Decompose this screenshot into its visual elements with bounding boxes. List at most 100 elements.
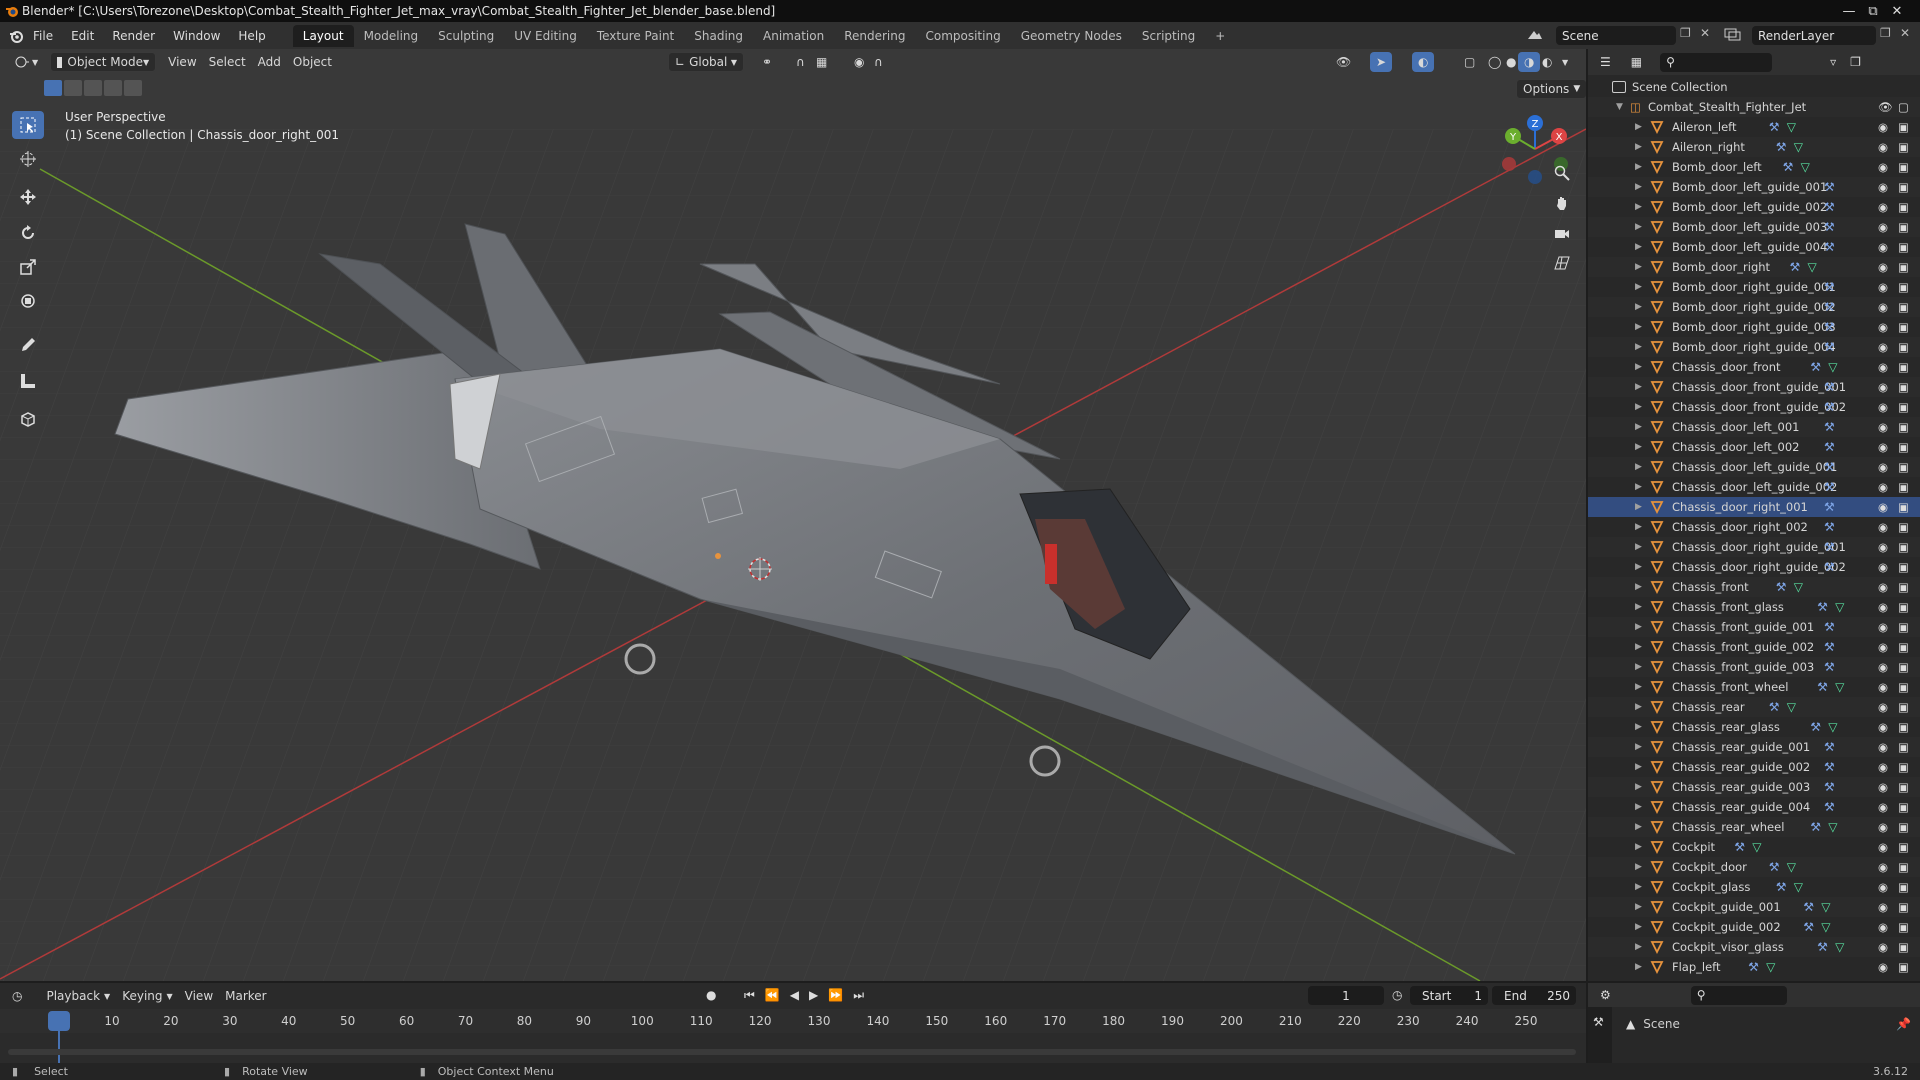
expand-arrow-icon[interactable]: ▶ (1635, 922, 1642, 932)
eye-icon[interactable]: ◉ (1878, 920, 1892, 934)
eye-icon[interactable]: ◉ (1878, 740, 1892, 754)
camera-icon[interactable]: ▣ (1898, 960, 1912, 974)
expand-arrow-icon[interactable]: ▶ (1635, 762, 1642, 772)
expand-arrow-icon[interactable]: ▶ (1635, 602, 1642, 612)
modifier-wrench-icon[interactable]: ⚒ (1824, 540, 1835, 554)
camera-icon[interactable]: ▣ (1898, 480, 1912, 494)
camera-icon[interactable]: ▣ (1898, 380, 1912, 394)
outliner-item[interactable]: ▶ Chassis_rear_guide_004 ⚒ ◉ ▣ (1588, 797, 1920, 817)
eye-icon[interactable]: ◉ (1878, 280, 1892, 294)
modifier-wrench-icon[interactable]: ⚒ (1824, 180, 1835, 194)
close-window-button[interactable]: ✕ (1874, 0, 1920, 22)
camera-icon[interactable]: ▣ (1898, 780, 1912, 794)
menu-playback[interactable]: Playback ▼ (40, 986, 116, 1006)
expand-arrow-icon[interactable]: ▶ (1635, 582, 1642, 592)
camera-icon[interactable]: ▣ (1898, 440, 1912, 454)
select-invert-button[interactable] (104, 80, 122, 96)
eye-icon[interactable]: ◉ (1878, 420, 1892, 434)
expand-arrow-icon[interactable]: ▶ (1635, 502, 1642, 512)
outliner-item[interactable]: ▶ Bomb_door_left_guide_001 ⚒ ◉ ▣ (1588, 177, 1920, 197)
xray-toggle[interactable]: ▢ (1458, 52, 1481, 72)
expand-arrow-icon[interactable]: ▶ (1635, 662, 1642, 672)
menu-object[interactable]: Object (287, 52, 338, 72)
camera-icon[interactable]: ▣ (1898, 720, 1912, 734)
modifier-wrench-icon[interactable]: ⚒ (1810, 360, 1821, 374)
camera-icon[interactable]: ▣ (1898, 940, 1912, 954)
scale-tool[interactable] (12, 253, 44, 281)
mesh-data-icon[interactable]: ▽ (1801, 160, 1810, 174)
modifier-wrench-icon[interactable]: ⚒ (1824, 520, 1835, 534)
eye-icon[interactable]: ◉ (1878, 900, 1892, 914)
eye-icon[interactable]: ◉ (1878, 820, 1892, 834)
modifier-wrench-icon[interactable]: ⚒ (1824, 660, 1835, 674)
camera-icon[interactable]: ▣ (1898, 400, 1912, 414)
mesh-data-icon[interactable]: ▽ (1794, 140, 1803, 154)
transform-tool[interactable] (12, 287, 44, 315)
camera-icon[interactable]: ▣ (1898, 660, 1912, 674)
modifier-wrench-icon[interactable]: ⚒ (1824, 480, 1835, 494)
camera-icon[interactable]: ▣ (1898, 580, 1912, 594)
new-view-layer-icon[interactable]: ❐ (1880, 26, 1891, 40)
next-keyframe-icon[interactable]: ⏩ (828, 988, 843, 1003)
camera-icon[interactable]: ▣ (1898, 560, 1912, 574)
modifier-wrench-icon[interactable]: ⚒ (1769, 700, 1780, 714)
tab-texture-paint[interactable]: Texture Paint (587, 25, 684, 47)
camera-icon[interactable]: ▣ (1898, 180, 1912, 194)
modifier-wrench-icon[interactable]: ⚒ (1790, 260, 1801, 274)
camera-view-button[interactable] (1548, 219, 1576, 247)
modifier-wrench-icon[interactable]: ⚒ (1824, 300, 1835, 314)
visibility-dropdown[interactable]: 👁 (1330, 52, 1357, 72)
eye-icon[interactable]: ◉ (1878, 600, 1892, 614)
expand-arrow-icon[interactable]: ▶ (1635, 162, 1642, 172)
camera-icon[interactable]: ▣ (1898, 460, 1912, 474)
mesh-data-icon[interactable]: ▽ (1828, 820, 1837, 834)
camera-icon[interactable]: ▣ (1898, 920, 1912, 934)
eye-icon[interactable]: ◉ (1878, 340, 1892, 354)
expand-arrow-icon[interactable]: ▶ (1635, 942, 1642, 952)
eye-icon[interactable]: ◉ (1878, 160, 1892, 174)
mesh-data-icon[interactable]: ▽ (1787, 860, 1796, 874)
outliner-item[interactable]: ▶ Flap_left ⚒ ▽ ◉ ▣ (1588, 957, 1920, 977)
camera-icon[interactable]: ▣ (1898, 820, 1912, 834)
camera-icon[interactable]: ▣ (1898, 620, 1912, 634)
modifier-wrench-icon[interactable]: ⚒ (1824, 240, 1835, 254)
display-mode-icon[interactable]: ▦ (1631, 55, 1642, 69)
outliner-item[interactable]: ▶ Bomb_door_right ⚒ ▽ ◉ ▣ (1588, 257, 1920, 277)
mode-dropdown[interactable]: Object Mode ▼ (50, 52, 157, 72)
options-dropdown[interactable]: Options ▼ (1516, 79, 1586, 99)
eye-icon[interactable]: ◉ (1878, 480, 1892, 494)
eye-icon[interactable]: ◉ (1878, 180, 1892, 194)
new-scene-icon[interactable]: ❐ (1680, 26, 1691, 40)
scene-selector[interactable]: Scene (1556, 26, 1676, 45)
timeline-editor-icon[interactable]: ◷ (12, 989, 22, 1003)
play-icon[interactable]: ▶ (809, 988, 818, 1003)
camera-icon[interactable]: ▣ (1898, 680, 1912, 694)
outliner-item[interactable]: ▶ Bomb_door_left ⚒ ▽ ◉ ▣ (1588, 157, 1920, 177)
outliner-item[interactable]: ▶ Bomb_door_right_guide_001 ⚒ ◉ ▣ (1588, 277, 1920, 297)
mesh-data-icon[interactable]: ▽ (1752, 840, 1761, 854)
camera-icon[interactable]: ▣ (1898, 300, 1912, 314)
outliner-item[interactable]: ▶ Aileron_left ⚒ ▽ ◉ ▣ (1588, 117, 1920, 137)
modifier-wrench-icon[interactable]: ⚒ (1824, 500, 1835, 514)
modifier-wrench-icon[interactable]: ⚒ (1776, 580, 1787, 594)
camera-icon[interactable]: ▣ (1898, 520, 1912, 534)
outliner-item[interactable]: ▶ Chassis_front_glass ⚒ ▽ ◉ ▣ (1588, 597, 1920, 617)
modifier-wrench-icon[interactable]: ⚒ (1783, 160, 1794, 174)
camera-icon[interactable]: ▣ (1898, 740, 1912, 754)
gizmo-toggle[interactable]: ➤ (1370, 52, 1393, 72)
expand-arrow-icon[interactable]: ▼ (1616, 102, 1623, 112)
tab-uv-editing[interactable]: UV Editing (504, 25, 587, 47)
eye-icon[interactable]: ◉ (1878, 680, 1892, 694)
expand-arrow-icon[interactable]: ▶ (1635, 122, 1642, 132)
timeline-scrollbar[interactable] (8, 1049, 1576, 1055)
outliner-item[interactable]: ▶ Cockpit_door ⚒ ▽ ◉ ▣ (1588, 857, 1920, 877)
camera-icon[interactable]: ▢ (1898, 100, 1912, 114)
outliner-item[interactable]: ▶ Cockpit_guide_002 ⚒ ▽ ◉ ▣ (1588, 917, 1920, 937)
modifier-wrench-icon[interactable]: ⚒ (1824, 420, 1835, 434)
pivot-point-dropdown[interactable]: ⚭ (756, 52, 778, 72)
cursor-tool[interactable] (12, 145, 44, 173)
modifier-wrench-icon[interactable]: ⚒ (1824, 440, 1835, 454)
view-layer-selector[interactable]: RenderLayer (1752, 26, 1876, 45)
eye-icon[interactable]: 👁 (1878, 100, 1893, 114)
outliner-item[interactable]: ▶ Chassis_rear_guide_003 ⚒ ◉ ▣ (1588, 777, 1920, 797)
